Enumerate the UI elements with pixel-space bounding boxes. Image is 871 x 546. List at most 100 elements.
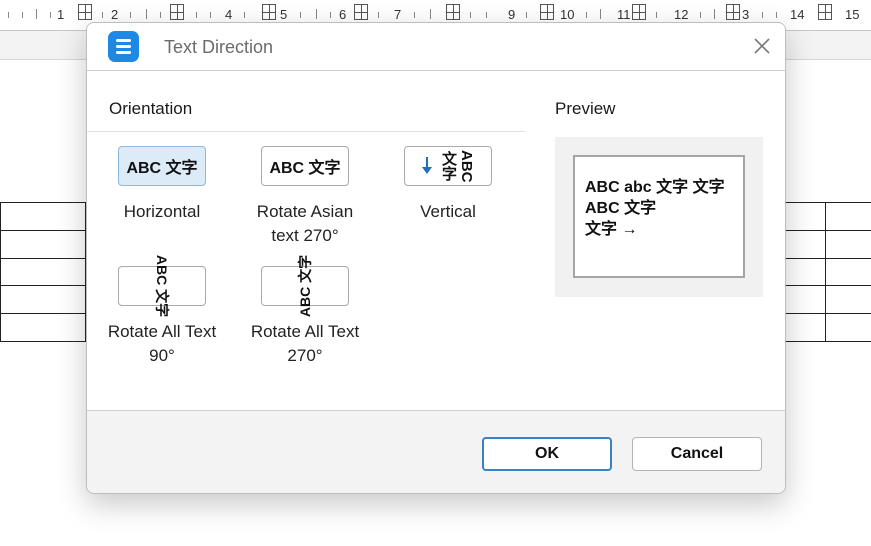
ruler-tick [486, 12, 487, 18]
ruler-tick [762, 12, 763, 18]
ruler-tick [414, 12, 415, 18]
ruler-number: 4 [225, 7, 233, 22]
ruler-number: 10 [560, 7, 575, 22]
ruler-tick [714, 9, 715, 19]
ruler-tick [316, 9, 317, 19]
table-cell[interactable] [0, 285, 86, 315]
ruler-number: 5 [280, 7, 288, 22]
ruler-tick [430, 9, 431, 19]
ruler-number: 15 [845, 7, 860, 22]
option-rotate-all-90[interactable]: ABC 文字 Rotate All Text 90° [89, 255, 235, 368]
cancel-button[interactable]: Cancel [632, 437, 762, 471]
ruler-tick [146, 9, 147, 19]
dialog-titlebar: Text Direction [87, 23, 785, 71]
table-cell[interactable] [825, 229, 871, 259]
ruler-number: 9 [508, 7, 516, 22]
column-marker-icon[interactable] [262, 4, 276, 20]
text-direction-dialog: Text Direction Orientation Preview ABC 文… [86, 22, 786, 494]
rotate-asian-icon-text: ABC 文字 [269, 160, 341, 177]
ruler-tick [700, 12, 701, 18]
ruler-tick [210, 12, 211, 18]
ruler-tick [102, 12, 103, 18]
vertical-icon-text: ABC 文字 [440, 149, 475, 183]
ruler-number: 1 [57, 7, 65, 22]
ruler-number: 6 [339, 7, 347, 22]
ruler-tick [160, 12, 161, 18]
ruler-tick [586, 12, 587, 18]
column-marker-icon[interactable] [818, 4, 832, 20]
app-menu-icon [108, 31, 139, 62]
table-cell[interactable] [0, 313, 86, 342]
ruler-tick [130, 12, 131, 18]
close-button[interactable] [751, 35, 773, 57]
rotate-asian-270-icon[interactable]: ABC 文字 [261, 146, 349, 186]
ruler-tick [470, 12, 471, 18]
option-caption: 90° [149, 346, 175, 365]
preview-panel: ABC abc 文字 文字 ABC 文字 文字 → [555, 137, 763, 297]
vertical-icon[interactable]: ABC 文字 [404, 146, 492, 186]
ruler-tick [330, 12, 331, 18]
option-caption: 270° [287, 346, 323, 365]
ruler-tick [36, 9, 37, 19]
column-marker-icon[interactable] [632, 4, 646, 20]
dialog-title: Text Direction [164, 37, 274, 57]
option-caption: Rotate Asian [256, 202, 354, 221]
horizontal-icon-text: ABC 文字 [126, 160, 198, 177]
dialog-footer: OK Cancel [87, 410, 785, 493]
table-cell[interactable] [784, 257, 826, 287]
table-cell[interactable] [784, 313, 826, 342]
orientation-divider [87, 131, 525, 132]
ruler-number: 12 [674, 7, 689, 22]
rotate-90-icon-text: ABC 文字 [153, 254, 170, 318]
option-caption: text 270° [271, 226, 339, 245]
orientation-label: Orientation [109, 99, 193, 118]
horizontal-icon[interactable]: ABC 文字 [118, 146, 206, 186]
arrow-down-icon [422, 157, 432, 174]
option-rotate-asian-270[interactable]: ABC 文字 Rotate Asian text 270° [232, 146, 378, 248]
ruler-tick [600, 9, 601, 19]
ruler-tick [378, 12, 379, 18]
ruler-tick [244, 12, 245, 18]
document-table-left [0, 202, 86, 342]
table-cell[interactable] [825, 285, 871, 315]
rotate-all-270-icon[interactable]: ABC 文字 [261, 255, 349, 317]
column-marker-icon[interactable] [540, 4, 554, 20]
document-table-right [784, 202, 871, 342]
ruler-tick [300, 12, 301, 18]
ruler-number: 14 [790, 7, 805, 22]
ruler-number: 11 [617, 7, 631, 22]
option-caption: Vertical [420, 202, 476, 221]
column-marker-icon[interactable] [170, 4, 184, 20]
ruler-tick [22, 12, 23, 18]
table-cell[interactable] [0, 229, 86, 259]
ruler-tick [196, 12, 197, 18]
option-vertical[interactable]: ABC 文字 Vertical [375, 146, 521, 224]
preview-line: 文字 → [585, 221, 638, 238]
option-horizontal[interactable]: ABC 文字 Horizontal [89, 146, 235, 224]
ruler-tick [50, 12, 51, 18]
table-cell[interactable] [0, 257, 86, 287]
table-cell[interactable] [0, 202, 86, 231]
close-icon [754, 38, 770, 54]
ruler-number: 3 [742, 7, 750, 22]
preview-line: ABC abc 文字 文字 [585, 179, 725, 196]
table-cell[interactable] [825, 313, 871, 342]
table-cell[interactable] [825, 257, 871, 287]
column-marker-icon[interactable] [354, 4, 368, 20]
rotate-all-90-icon[interactable]: ABC 文字 [118, 255, 206, 317]
preview-box: ABC abc 文字 文字 ABC 文字 文字 → [573, 155, 745, 278]
table-cell[interactable] [825, 202, 871, 231]
table-cell[interactable] [784, 229, 826, 259]
column-marker-icon[interactable] [78, 4, 92, 20]
table-cell[interactable] [784, 202, 826, 231]
column-marker-icon[interactable] [726, 4, 740, 20]
column-marker-icon[interactable] [446, 4, 460, 20]
ruler-tick [8, 12, 9, 18]
option-caption: Rotate All Text [250, 322, 360, 341]
ruler-number: 7 [394, 7, 402, 22]
ruler-tick [776, 12, 777, 18]
ok-button[interactable]: OK [482, 437, 612, 471]
option-rotate-all-270[interactable]: ABC 文字 Rotate All Text 270° [232, 255, 378, 368]
ruler-tick [656, 12, 657, 18]
table-cell[interactable] [784, 285, 826, 315]
